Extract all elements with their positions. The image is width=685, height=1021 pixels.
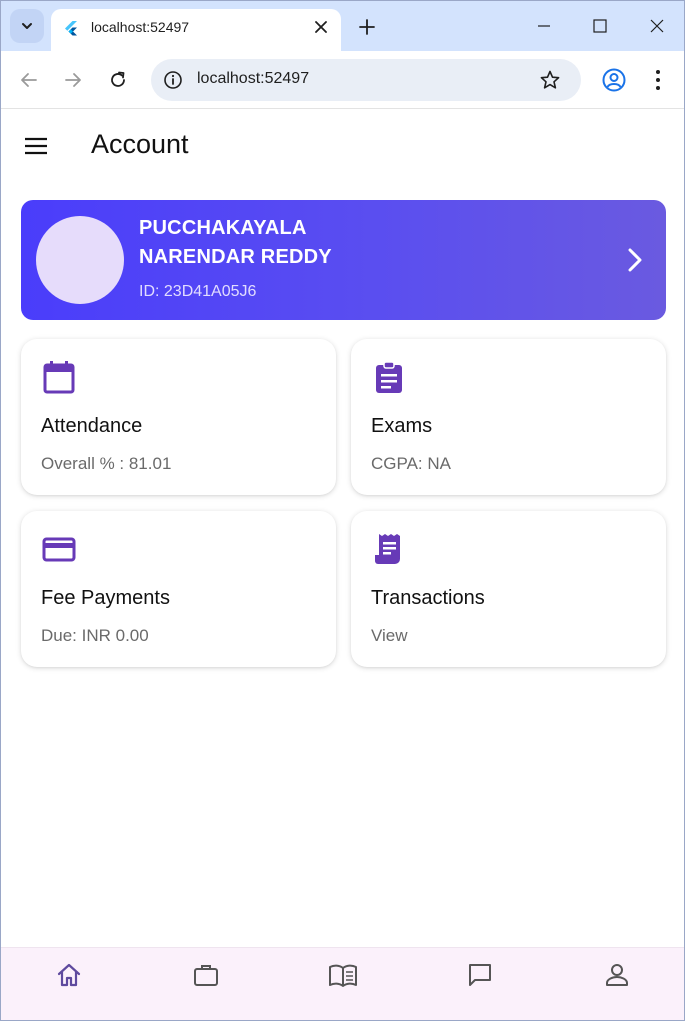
close-icon [315, 21, 327, 33]
bookmark-star-icon[interactable] [539, 69, 561, 91]
minimize-icon [538, 25, 550, 27]
app-page: Account PUCCHAKAYALA NARENDAR REDDY ID: … [1, 109, 684, 1020]
arrow-right-icon [65, 73, 81, 87]
maximize-icon [593, 19, 607, 33]
nav-work[interactable] [191, 960, 221, 990]
fee-payments-tile[interactable]: Fee Payments Due: INR 0.00 [21, 511, 336, 667]
tile-subtitle: View [371, 626, 408, 645]
briefcase-icon [194, 965, 218, 986]
tile-title: Exams [371, 415, 433, 437]
browser-tab[interactable]: localhost:52497 [51, 9, 341, 51]
tile-title: Transactions [371, 587, 485, 609]
close-icon [650, 19, 664, 33]
more-vert-icon[interactable] [647, 67, 669, 93]
plus-icon [359, 19, 375, 35]
back-button[interactable] [16, 67, 42, 93]
chevron-down-icon [22, 23, 32, 29]
address-bar[interactable]: localhost:52497 [151, 59, 581, 101]
forward-button[interactable] [60, 67, 86, 93]
tile-subtitle: Overall % : 81.01 [41, 454, 172, 473]
profile-icon[interactable] [601, 67, 627, 93]
new-tab-button[interactable] [355, 15, 379, 39]
nav-home[interactable] [54, 960, 84, 990]
url-text[interactable]: localhost:52497 [197, 70, 309, 88]
tab-title: localhost:52497 [91, 19, 190, 35]
student-name-line1: PUCCHAKAYALA [139, 217, 307, 239]
menu-button[interactable] [23, 135, 49, 157]
nav-account[interactable] [602, 960, 632, 990]
calendar-icon [43, 361, 75, 394]
avatar [36, 216, 124, 304]
chevron-right-icon [628, 248, 642, 272]
browser-window: localhost:52497 localhost:52497 Account … [0, 0, 685, 1021]
tile-title: Fee Payments [41, 587, 170, 609]
tab-strip: localhost:52497 [1, 1, 684, 51]
arrow-left-icon [21, 73, 37, 87]
nav-messages[interactable] [465, 960, 495, 990]
exams-tile[interactable]: Exams CGPA: NA [351, 339, 666, 495]
receipt-icon [375, 534, 400, 564]
window-close-button[interactable] [644, 13, 670, 39]
nav-library[interactable] [328, 960, 358, 990]
clipboard-icon [376, 361, 402, 393]
attendance-tile[interactable]: Attendance Overall % : 81.01 [21, 339, 336, 495]
student-name-line2: NARENDAR REDDY [139, 246, 332, 268]
chat-icon [469, 964, 491, 986]
credit-card-icon [42, 537, 76, 562]
browser-toolbar: localhost:52497 [1, 51, 684, 109]
person-icon [606, 964, 628, 986]
tile-subtitle: CGPA: NA [371, 454, 451, 473]
reload-icon [111, 71, 125, 87]
tab-search-button[interactable] [10, 9, 44, 43]
profile-card[interactable]: PUCCHAKAYALA NARENDAR REDDY ID: 23D41A05… [21, 200, 666, 320]
tile-title: Attendance [41, 415, 143, 437]
minimize-button[interactable] [531, 13, 557, 39]
home-icon [57, 963, 81, 987]
page-title: Account [91, 129, 189, 159]
book-icon [329, 964, 357, 987]
flutter-icon [65, 21, 77, 36]
bottom-navigation [1, 947, 684, 1020]
info-icon[interactable] [163, 70, 183, 90]
reload-button[interactable] [105, 67, 131, 93]
tab-close-button[interactable] [311, 17, 331, 37]
student-id: ID: 23D41A05J6 [139, 283, 257, 300]
hamburger-icon [25, 137, 47, 155]
transactions-tile[interactable]: Transactions View [351, 511, 666, 667]
tile-subtitle: Due: INR 0.00 [41, 626, 149, 645]
maximize-button[interactable] [587, 13, 613, 39]
